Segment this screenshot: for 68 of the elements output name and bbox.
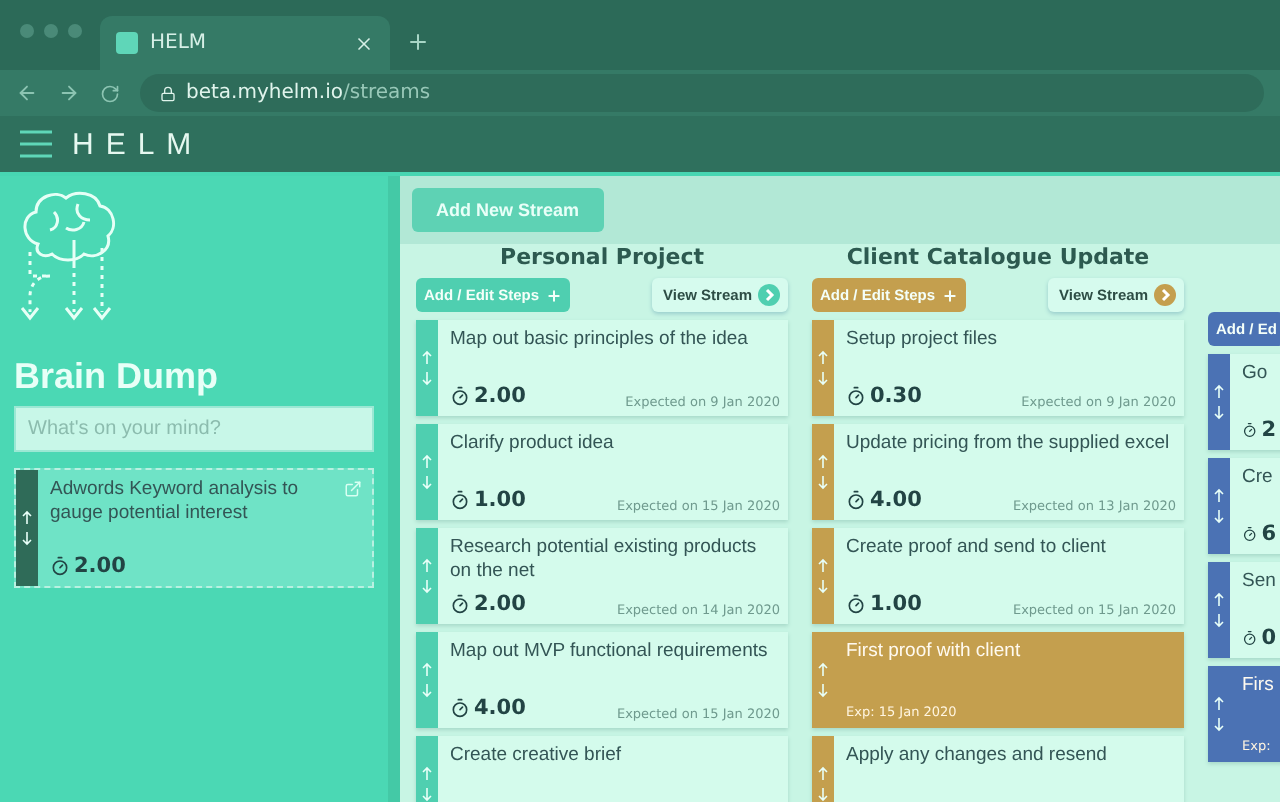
step-text: Research potential existing products on the net (450, 536, 759, 584)
chevron-circle-icon (758, 284, 780, 306)
stream-title: Client Catalogue Update (844, 244, 1152, 270)
chevron-circle-icon (1154, 284, 1176, 306)
step-card[interactable]: Create creative brief (416, 736, 788, 802)
stopwatch-icon (846, 490, 866, 510)
idea-card[interactable]: Adwords Keyword analysis to gauge potential interest 2.00 (14, 468, 374, 588)
panel-title: Brain Dump (14, 356, 221, 398)
step-text: Sen (1242, 570, 1276, 594)
reorder-arrows-icon[interactable] (1212, 696, 1226, 732)
stopwatch-icon (1242, 628, 1258, 648)
step-text: Map out MVP functional requirements (450, 640, 770, 664)
idea-text: Adwords Keyword analysis to gauge potential interest (50, 478, 301, 526)
reorder-arrows-icon[interactable] (1212, 488, 1226, 524)
plus-icon (941, 287, 958, 303)
milestone-text: First proof with client (846, 640, 1023, 664)
step-text: Clarify product idea (450, 432, 616, 456)
time-estimate: 1.00 (870, 592, 922, 616)
stopwatch-icon (1242, 524, 1258, 544)
stopwatch-icon (846, 594, 866, 614)
reload-icon[interactable] (100, 83, 120, 103)
step-text: Map out basic principles of the idea (450, 328, 750, 352)
time-estimate: 2 (1261, 418, 1276, 442)
lock-icon (160, 85, 176, 101)
step-text: Apply any changes and resend (846, 744, 1109, 768)
time-estimate: 2.00 (474, 384, 526, 408)
step-text: Update pricing from the supplied excel (846, 432, 1172, 456)
stopwatch-icon (450, 698, 470, 718)
time-estimate: 2.00 (474, 592, 526, 616)
stopwatch-icon (450, 490, 470, 510)
back-icon[interactable] (16, 82, 38, 104)
browser-tab[interactable]: HELM (100, 16, 390, 70)
time-estimate: 4.00 (474, 696, 526, 720)
input-field[interactable]: What's on your mind? (14, 406, 374, 452)
reorder-arrows-icon[interactable] (1212, 592, 1226, 628)
step-card[interactable]: Cre 6 (1208, 458, 1280, 554)
step-text: Go (1242, 362, 1270, 386)
milestone-text: Firs (1242, 674, 1276, 698)
plus-icon (545, 287, 562, 303)
external-link-icon[interactable] (344, 480, 362, 498)
new-tab-icon[interactable] (406, 30, 430, 54)
step-text: Setup project files (846, 328, 1000, 352)
menu-icon[interactable] (20, 130, 52, 158)
stream-title: Personal Project (498, 244, 706, 270)
time-estimate: 1.00 (474, 488, 526, 512)
time-estimate: 6 (1261, 522, 1276, 546)
reorder-arrows-icon[interactable] (1212, 384, 1226, 420)
stopwatch-icon (450, 594, 470, 614)
step-card[interactable]: Go 2 (1208, 354, 1280, 450)
stopwatch-icon (1242, 420, 1258, 440)
step-text: Create proof and send to client (846, 536, 1108, 560)
time-estimate: 4.00 (870, 488, 922, 512)
close-icon[interactable] (354, 33, 374, 53)
stopwatch-icon (846, 386, 866, 406)
favicon-icon (116, 32, 138, 54)
time-estimate: 0.30 (870, 384, 922, 408)
time-estimate: 2.00 (74, 554, 126, 578)
app-logo: HELM (72, 127, 204, 161)
stopwatch-icon (450, 386, 470, 406)
reorder-arrows-icon[interactable] (20, 510, 34, 546)
time-estimate: 0 (1261, 626, 1276, 650)
step-card[interactable]: Apply any changes and resend (812, 736, 1184, 802)
stopwatch-icon (50, 556, 70, 576)
step-text: Create creative brief (450, 744, 624, 768)
step-text: Cre (1242, 466, 1275, 490)
step-card[interactable]: Sen 0 (1208, 562, 1280, 658)
forward-icon[interactable] (58, 82, 80, 104)
address-field[interactable]: beta.myhelm.io/streams (140, 74, 1264, 112)
